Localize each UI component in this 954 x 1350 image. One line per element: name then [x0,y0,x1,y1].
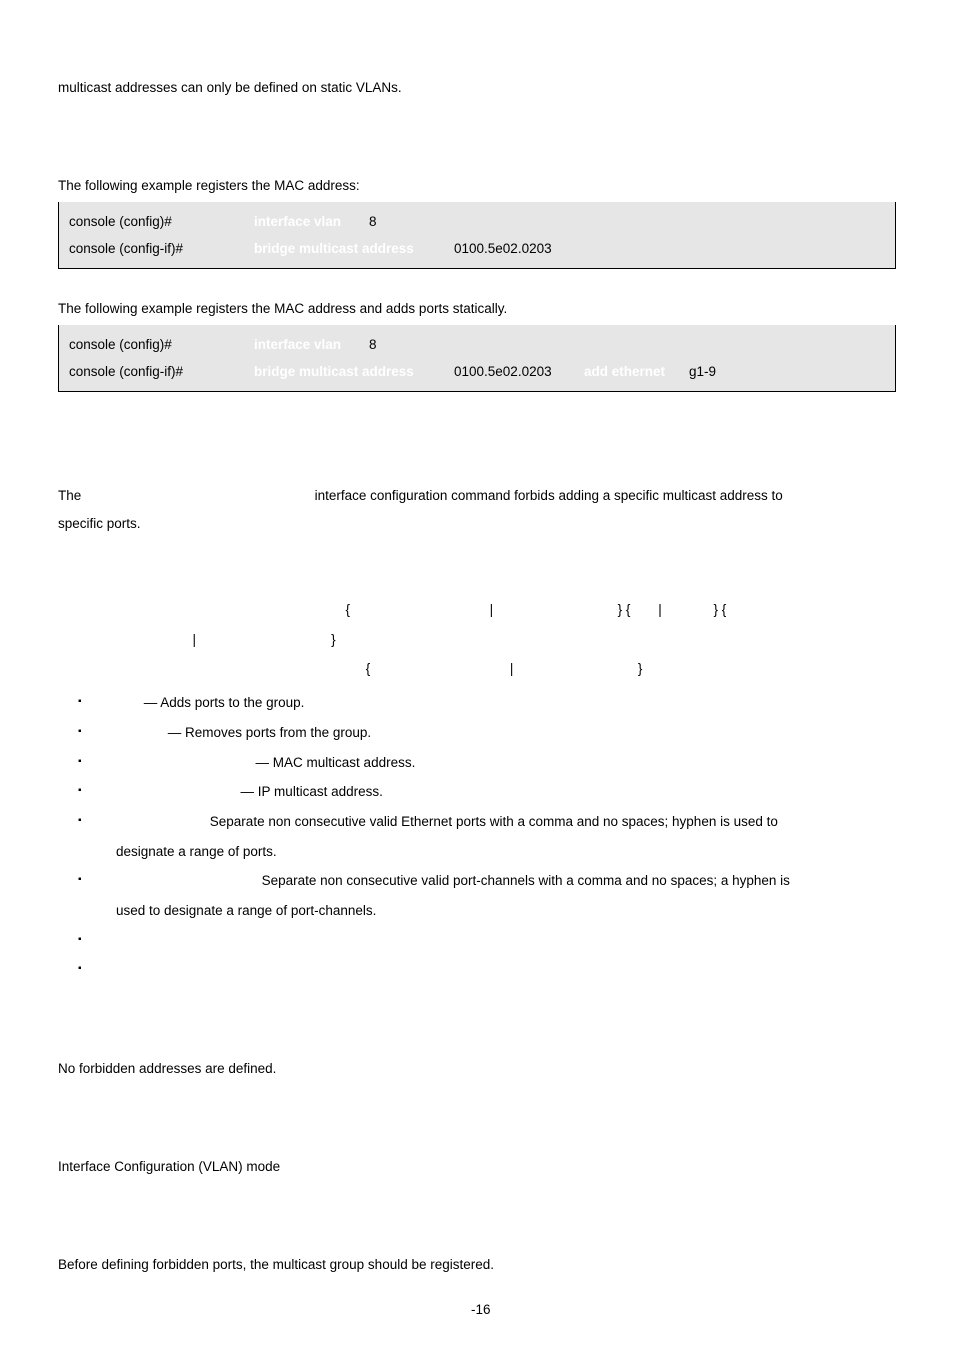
code2-r2-prompt: console (config-if)# [69,358,254,385]
user-guidelines-heading: User Guidelines [58,1209,896,1237]
syn1-a: mac-multicast-address [350,602,486,617]
syn1-b: ip-multicast-address [497,602,618,617]
code2-r1-arg: 8 [369,331,399,358]
page-number: -16 [471,1302,491,1317]
syn1-add: add [630,602,654,617]
param-ip: ip-multicast-address — IP multicast addr… [68,777,896,807]
param-pc-key: port-channel number — [116,873,262,888]
param-add-desc: — Adds ports to the group. [140,695,304,710]
code1-r1-prompt: console (config)# [69,208,254,235]
param-ip-key: ip-multicast-address [116,784,237,799]
param-eth-d1: Separate non consecutive valid Ethernet … [210,814,778,829]
code2-r1-kw: interface vlan [254,331,369,358]
param-interface-list: interface-list — Separate non consecutiv… [68,807,896,866]
page-footer: 4-16 [0,1296,954,1324]
example1-caption: The following example registers the MAC … [58,172,896,200]
param-remove-key: remove [116,725,164,740]
code2-r2-arg1: 0100.5e02.0203 [454,358,584,385]
syn2-pc: port-channel [200,632,286,647]
syn2-a: interface-list [116,632,189,647]
parameter-list: add — Adds ports to the group. remove — … [58,688,896,985]
example-heading: Example [58,130,896,158]
param-empty-1 [68,926,896,956]
command-heading: bridge multicast forbidden address [58,442,896,478]
command-modes-text: Interface Configuration (VLAN) mode [58,1153,896,1181]
syntax-line2: interface-list | port-channel number} [116,625,896,655]
param-remove-desc: — Removes ports from the group. [164,725,371,740]
param-add: add — Adds ports to the group. [68,688,896,718]
syn1-bc: } { [618,602,631,617]
user-guidelines-text: Before defining forbidden ports, the mul… [58,1251,896,1279]
param-eth-key: interface-list — [116,814,210,829]
command-modes-heading: Command Modes [58,1111,896,1139]
command-description-line2: specific ports. [58,510,896,538]
code2-r2-kw2: add ethernet [584,358,689,385]
syn2-b: number [285,632,331,647]
syn3-bar: | [506,661,517,676]
code2-r2-kw1: bridge multicast address [254,358,454,385]
param-port-channel: port-channel number — Separate non conse… [68,866,896,925]
desc-pre: The [58,488,85,503]
syntax-line3: no bridge multicast forbidden address {m… [116,654,896,684]
syn1-bc2: } { [714,602,727,617]
code-block-1: console (config)# interface vlan 8 conso… [58,202,896,269]
syntax-heading: Syntax [58,567,896,595]
param-mac: mac-multicast-address — MAC multicast ad… [68,748,896,778]
syn1-bar1: | [486,602,497,617]
syn2-bar: | [189,632,200,647]
param-ip-desc: — IP multicast address. [237,784,383,799]
desc-cmd: bridge multicast forbidden address [85,488,311,503]
param-pc-d2: used to designate a range of port-channe… [116,896,896,926]
syn2-close: } [331,632,336,647]
default-config-heading: Default Configuration [58,1013,896,1041]
code-block-2: console (config)# interface vlan 8 conso… [58,325,896,392]
param-eth-d2: designate a range of ports. [116,837,896,867]
syn1-cmd: bridge multicast forbidden address [116,602,346,617]
param-pc-d1: Separate non consecutive valid port-chan… [262,873,790,888]
code2-row1: console (config)# interface vlan 8 [69,331,885,358]
param-add-key: add [116,695,140,710]
syntax-line1: bridge multicast forbidden address {mac-… [116,595,896,625]
syn1-eth: ethernet [726,602,779,617]
code2-row2: console (config-if)# bridge multicast ad… [69,358,885,385]
code1-r1-kw: interface vlan [254,208,369,235]
code1-r2-kw: bridge multicast address [254,235,454,262]
param-remove: remove — Removes ports from the group. [68,718,896,748]
page-container: multicast addresses can only be defined … [0,0,954,1350]
syn1-remove: remove [665,602,713,617]
syn3-b: ip-multicast-address [517,661,638,676]
syn3-no: no bridge multicast forbidden address [116,661,366,676]
code1-r2-prompt: console (config-if)# [69,235,254,262]
code1-r2-arg: 0100.5e02.0203 [454,235,552,262]
footer-prefix: 4 [463,1302,471,1317]
param-empty-2 [68,955,896,985]
code1-row1: console (config)# interface vlan 8 [69,208,885,235]
intro-paragraph: multicast addresses can only be defined … [58,74,896,102]
desc-post: interface configuration command forbids … [311,488,783,503]
syn1-bar2: | [654,602,665,617]
code2-r2-arg2: g1-9 [689,358,716,385]
param-mac-key: mac-multicast-address [116,755,252,770]
default-config-text: No forbidden addresses are defined. [58,1055,896,1083]
syn3-close: } [638,661,643,676]
command-description-line1: The bridge multicast forbidden address i… [58,482,896,510]
code1-r1-arg: 8 [369,208,399,235]
example2-caption: The following example registers the MAC … [58,295,896,323]
syn3-a: mac-multicast-address [370,661,506,676]
param-mac-desc: — MAC multicast address. [252,755,416,770]
code1-row2: console (config-if)# bridge multicast ad… [69,235,885,262]
code2-r1-prompt: console (config)# [69,331,254,358]
syntax-block: bridge multicast forbidden address {mac-… [116,595,896,684]
